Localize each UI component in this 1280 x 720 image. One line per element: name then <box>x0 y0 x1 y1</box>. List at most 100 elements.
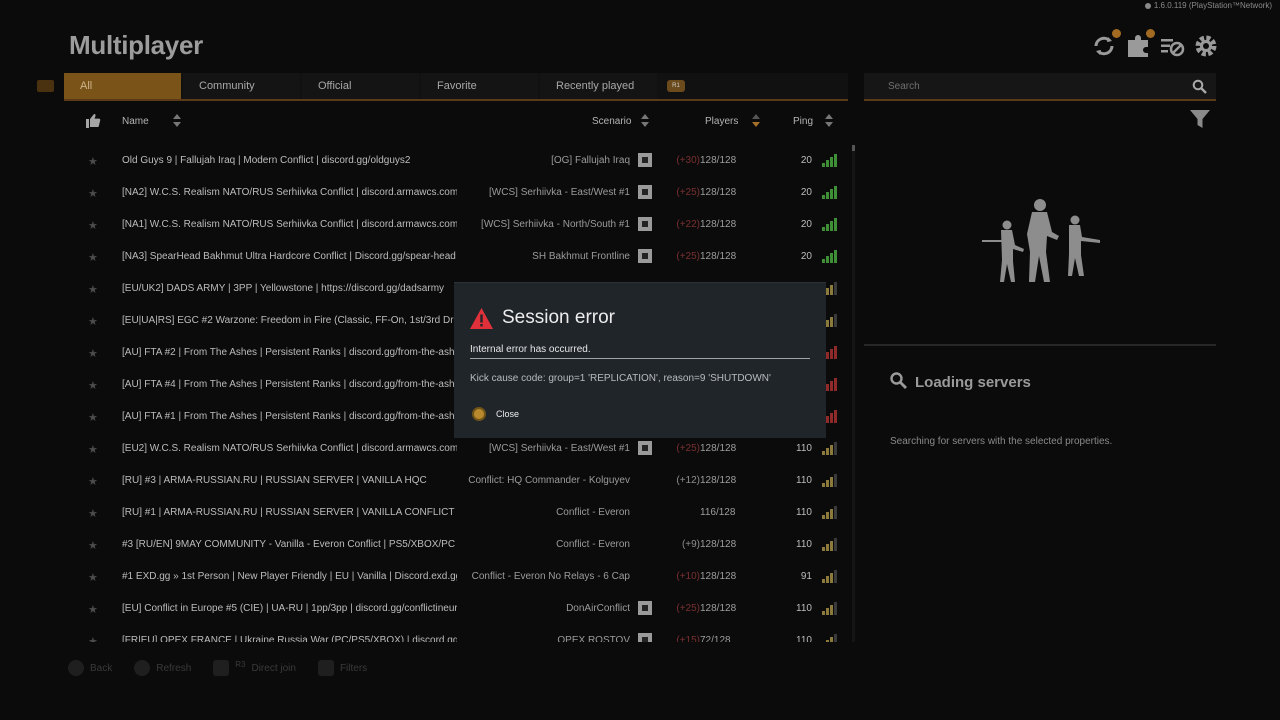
refresh-icon[interactable] <box>1090 29 1121 60</box>
server-queue: (+25) <box>676 443 700 454</box>
circle-button-icon <box>472 407 486 421</box>
favorite-star-icon[interactable]: ★ <box>88 283 98 296</box>
server-row[interactable]: ★ [NA1] W.C.S. Realism NATO/RUS Serhiivka… <box>64 209 848 241</box>
loading-subtitle: Searching for servers with the selected … <box>890 436 1113 447</box>
server-row[interactable]: ★ [NA3] SpearHead Bakhmut Ultra Hardcore … <box>64 241 848 273</box>
notification-badge <box>1146 29 1155 38</box>
thumbs-up-icon[interactable] <box>86 114 101 128</box>
tab-official[interactable]: Official <box>302 73 419 99</box>
server-players: 128/128 <box>700 603 737 614</box>
column-header: Name Scenario Players Ping <box>64 106 848 134</box>
server-row[interactable]: ★ [EU] Conflict in Europe #5 (CIE) | UA-R… <box>64 593 848 625</box>
server-ping: 110 <box>796 539 812 550</box>
signal-strength-icon <box>822 634 837 642</box>
tab-favorite[interactable]: Favorite <box>421 73 538 99</box>
name-column-header[interactable]: Name <box>122 114 181 128</box>
r1-button-hint: R1 <box>667 80 685 92</box>
favorite-star-icon[interactable]: ★ <box>88 347 98 360</box>
filters-button[interactable]: Filters <box>317 660 367 676</box>
square-button-icon <box>134 660 151 676</box>
server-row[interactable]: ★ [NA2] W.C.S. Realism NATO/RUS Serhiivka… <box>64 177 848 209</box>
signal-strength-icon <box>822 474 837 487</box>
blocked-list-icon[interactable] <box>1158 32 1186 60</box>
server-players: 116/128 <box>700 507 736 518</box>
server-row[interactable]: ★ #3 [RU/EN] 9MAY COMMUNITY - Vanilla - E… <box>64 529 848 561</box>
playstation-icon <box>1144 3 1151 9</box>
loading-title: Loading servers <box>915 374 1031 391</box>
server-row[interactable]: ★ [RU] #1 | ARMA-RUSSIAN.RU | RUSSIAN SER… <box>64 497 848 529</box>
favorite-star-icon[interactable]: ★ <box>88 571 98 584</box>
server-ping: 20 <box>800 251 812 262</box>
server-name: [EU/UK2] DADS ARMY | 3PP | Yellowstone |… <box>122 283 445 294</box>
refresh-button[interactable]: Refresh <box>134 660 191 676</box>
server-name: [AU] FTA #2 | From The Ashes | Persisten… <box>122 347 457 358</box>
server-scenario: SH Bakhmut Frontline <box>532 251 630 262</box>
ping-column-header[interactable]: Ping <box>793 114 834 128</box>
signal-strength-icon <box>822 570 837 583</box>
server-players: 128/128 <box>700 187 737 198</box>
server-players: 128/128 <box>700 475 737 486</box>
favorite-star-icon[interactable]: ★ <box>88 155 98 168</box>
favorite-star-icon[interactable]: ★ <box>88 603 98 616</box>
direct-join-button[interactable]: R3 Direct join <box>213 660 296 676</box>
favorite-star-icon[interactable]: ★ <box>88 315 98 328</box>
server-queue: (+12) <box>676 475 700 486</box>
favorite-star-icon[interactable]: ★ <box>88 379 98 392</box>
signal-strength-icon <box>822 154 837 167</box>
modded-icon <box>638 153 652 167</box>
server-ping: 110 <box>796 507 812 518</box>
folder-icon[interactable] <box>37 80 54 92</box>
server-name: [NA2] W.C.S. Realism NATO/RUS Serhiivka … <box>122 187 457 198</box>
close-button[interactable]: Close <box>472 407 519 421</box>
back-button[interactable]: Back <box>68 660 112 676</box>
server-row[interactable]: ★ [FR|EU] OPEX FRANCE | Ukraine Russia Wa… <box>64 625 848 642</box>
favorite-star-icon[interactable]: ★ <box>88 219 98 232</box>
favorite-star-icon[interactable]: ★ <box>88 251 98 264</box>
server-scenario: [OG] Fallujah Iraq <box>551 155 630 166</box>
tab-all[interactable]: All <box>64 73 181 99</box>
settings-gear-icon[interactable] <box>1192 32 1220 60</box>
session-error-dialog: Session error Internal error has occurre… <box>454 282 826 438</box>
tab-community[interactable]: Community <box>183 73 300 99</box>
players-column-header[interactable]: Players <box>705 114 761 128</box>
warning-icon <box>470 307 493 329</box>
server-row[interactable]: ★ Old Guys 9 | Fallujah Iraq | Modern Con… <box>64 145 848 177</box>
server-row[interactable]: ★ #1 EXD.gg » 1st Person | New Player Fri… <box>64 561 848 593</box>
server-name: #3 [RU/EN] 9MAY COMMUNITY - Vanilla - Ev… <box>122 539 457 550</box>
circle-button-icon <box>68 660 84 676</box>
filter-icon[interactable] <box>1189 108 1211 135</box>
search-icon[interactable] <box>1192 79 1207 99</box>
scenario-column-header[interactable]: Scenario <box>592 114 650 128</box>
favorite-star-icon[interactable]: ★ <box>88 539 98 552</box>
scrollbar[interactable] <box>852 145 855 642</box>
server-row[interactable]: ★ [RU] #3 | ARMA-RUSSIAN.RU | RUSSIAN SER… <box>64 465 848 497</box>
server-players: 128/128 <box>700 539 737 550</box>
server-ping: 110 <box>796 475 812 486</box>
modded-icon <box>638 633 652 642</box>
footer-hints: Back Refresh R3 Direct join Filters <box>68 660 389 676</box>
server-queue: (+25) <box>676 187 700 198</box>
server-queue: (+10) <box>676 571 700 582</box>
mods-icon[interactable] <box>1124 29 1155 60</box>
scrollbar-thumb[interactable] <box>852 145 855 151</box>
favorite-star-icon[interactable]: ★ <box>88 475 98 488</box>
server-queue: (+15) <box>676 635 700 642</box>
favorite-star-icon[interactable]: ★ <box>88 635 98 642</box>
dialog-message: Internal error has occurred. <box>470 344 591 355</box>
server-name: Old Guys 9 | Fallujah Iraq | Modern Conf… <box>122 155 411 166</box>
signal-strength-icon <box>822 538 837 551</box>
favorite-star-icon[interactable]: ★ <box>88 443 98 456</box>
search-input[interactable] <box>864 73 1164 99</box>
favorite-star-icon[interactable]: ★ <box>88 411 98 424</box>
signal-strength-icon <box>822 218 837 231</box>
server-players: 128/128 <box>700 443 737 454</box>
favorite-star-icon[interactable]: ★ <box>88 187 98 200</box>
server-players: 128/128 <box>700 219 737 230</box>
version-label: 1.6.0.119 (PlayStation™Network) <box>1144 1 1272 10</box>
server-ping: 110 <box>796 443 812 454</box>
dialog-title: Session error <box>502 307 615 328</box>
loading-status: Loading servers <box>890 372 1031 393</box>
favorite-star-icon[interactable]: ★ <box>88 507 98 520</box>
server-players: 128/128 <box>700 251 737 262</box>
tab-recently-played[interactable]: Recently played <box>540 73 657 99</box>
